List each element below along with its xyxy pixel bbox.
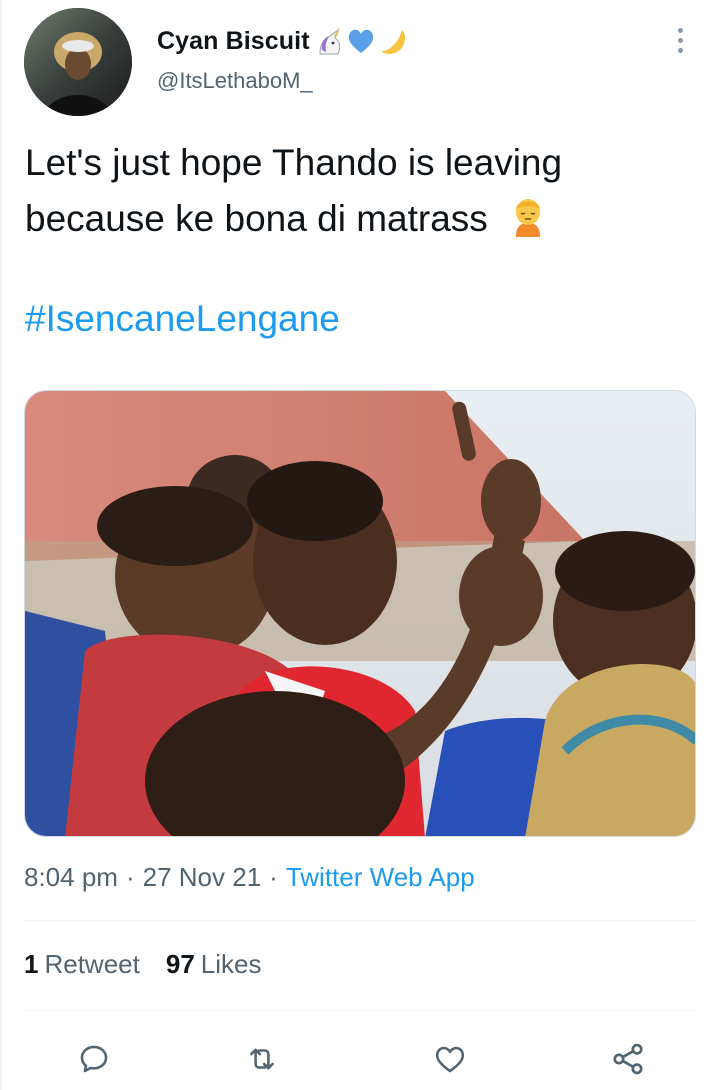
like-label: Likes: [200, 949, 262, 979]
divider-bottom: [24, 1010, 696, 1011]
tweet-stats-row: 1 Retweet 97 Likes: [24, 949, 287, 980]
retweet-label: Retweet: [44, 949, 140, 979]
name-emoji-badges: [316, 26, 408, 56]
tweet-text-line-2-wrap: because ke bona di matrass: [25, 191, 705, 247]
display-name[interactable]: Cyan Biscuit: [157, 27, 310, 56]
reply-button[interactable]: [72, 1037, 116, 1081]
tweet-action-bar: [0, 1025, 720, 1085]
like-icon: [435, 1046, 465, 1073]
avatar-photo: [24, 8, 132, 116]
share-icon: [613, 1043, 643, 1075]
tweet-photo[interactable]: [24, 390, 696, 837]
reply-icon: [80, 1045, 108, 1073]
tweet-date[interactable]: 27 Nov 21: [143, 862, 262, 893]
share-button[interactable]: [606, 1037, 650, 1081]
photo-crowd-image: [25, 391, 695, 836]
tweet-meta-row: 8:04 pm · 27 Nov 21 · Twitter Web App: [24, 862, 475, 893]
author-name-row[interactable]: Cyan Biscuit: [157, 22, 408, 60]
retweet-count: 1: [24, 949, 39, 979]
avatar[interactable]: [24, 8, 132, 116]
author-handle[interactable]: @ItsLethaboM_: [157, 68, 313, 94]
tweet-text-line-1: Let's just hope Thando is leaving: [25, 142, 563, 183]
tweet-time[interactable]: 8:04 pm: [24, 862, 118, 893]
retweet-button[interactable]: [240, 1037, 284, 1081]
retweet-icon: [250, 1048, 274, 1070]
hashtag-link[interactable]: #IsencaneLengane: [25, 298, 340, 340]
like-count: 97: [165, 949, 195, 979]
meta-separator-2: ·: [269, 862, 278, 892]
retweets-stat[interactable]: 1 Retweet: [24, 949, 140, 980]
person-bowing-emoji-icon: [516, 199, 541, 237]
divider-top: [24, 920, 696, 921]
meta-separator-1: ·: [125, 862, 135, 892]
crescent-moon-emoji-icon: [380, 30, 405, 54]
tweet-text: Let's just hope Thando is leaving becaus…: [25, 135, 705, 247]
blue-heart-emoji-icon: [348, 29, 373, 53]
likes-stat[interactable]: 97 Likes: [166, 949, 262, 980]
tweet-source-link[interactable]: Twitter Web App: [286, 862, 475, 893]
tweet-text-line-2: because ke bona di matrass: [25, 198, 488, 239]
unicorn-emoji-icon: [319, 27, 340, 55]
more-options-icon[interactable]: [668, 20, 692, 60]
frame-edge: [0, 0, 2, 1090]
like-button[interactable]: [428, 1037, 472, 1081]
